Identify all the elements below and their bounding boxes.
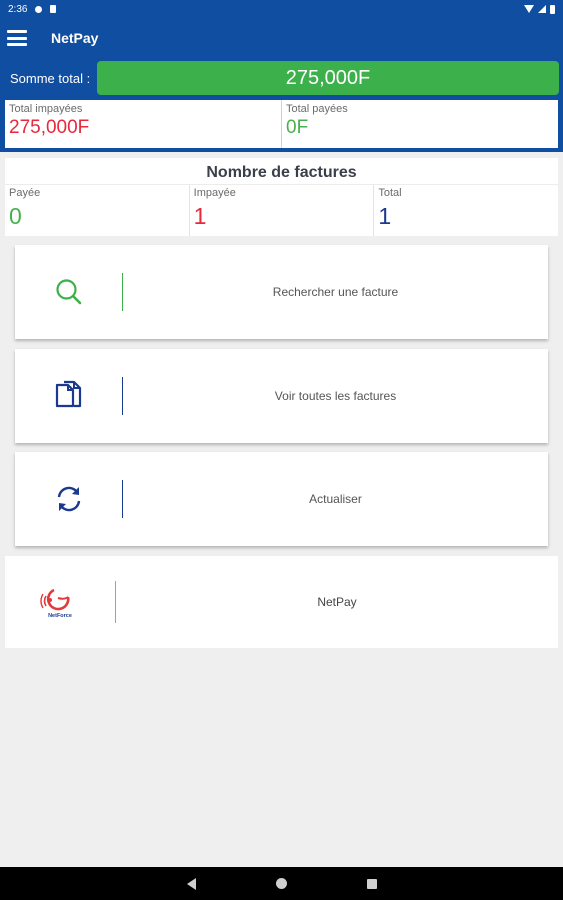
impayee-count: 1 [193, 203, 207, 229]
total-impayees-cell: Total impayées 275,000F [5, 100, 281, 148]
total-payees-value: 0F [286, 117, 309, 138]
totals-panel: Somme total : 275,000F Total impayées 27… [0, 58, 563, 152]
somme-total-label: Somme total : [10, 71, 91, 86]
view-all-invoices-label: Voir toutes les factures [274, 389, 397, 403]
search-invoice-button[interactable]: Rechercher une facture [15, 245, 548, 339]
total-impayees-value: 275,000F [9, 117, 90, 138]
app-title: NetPay [51, 30, 99, 46]
refresh-label: Actualiser [309, 492, 362, 506]
status-bar: 2:36 [0, 0, 563, 18]
search-icon [55, 279, 81, 305]
refresh-button[interactable]: Actualiser [15, 452, 548, 546]
netpay-brand-card[interactable]: NetForce NetPay [5, 556, 558, 648]
hamburger-menu-icon[interactable] [7, 30, 27, 46]
status-time: 2:36 [8, 3, 28, 15]
totals-breakdown: Total impayées 275,000F Total payées 0F [5, 100, 558, 148]
total-count-cell: Total 1 [373, 185, 558, 236]
total-payees-cell: Total payées 0F [281, 100, 558, 148]
factures-count-row: Payée 0 Impayée 1 Total 1 [5, 184, 558, 236]
netpay-brand-label: NetPay [317, 595, 357, 609]
view-all-invoices-button[interactable]: Voir toutes les factures [15, 349, 548, 443]
netforce-logo: NetForce [40, 588, 72, 619]
payee-count-cell: Payée 0 [5, 185, 189, 236]
payee-count: 0 [9, 203, 22, 229]
payee-label: Payée [9, 187, 41, 199]
factures-count-card: Nombre de factures Payée 0 Impayée 1 Tot… [5, 158, 558, 236]
refresh-icon [57, 486, 80, 512]
back-icon[interactable] [187, 878, 196, 890]
settings-status-icon [35, 5, 43, 13]
recent-apps-icon[interactable] [367, 879, 377, 889]
total-payees-label: Total payées [286, 103, 348, 115]
somme-total-value: 275,000F [97, 61, 559, 95]
android-nav-bar [0, 867, 563, 900]
documents-icon [55, 380, 81, 408]
netforce-logo-text: NetForce [48, 613, 72, 619]
home-icon[interactable] [276, 878, 287, 889]
total-impayees-label: Total impayées [9, 103, 83, 115]
factures-count-title: Nombre de factures [206, 164, 357, 181]
app-bar: NetPay [0, 18, 563, 58]
impayee-count-cell: Impayée 1 [188, 185, 374, 236]
search-invoice-label: Rechercher une facture [272, 285, 399, 299]
storage-status-icon [50, 5, 57, 13]
total-count: 1 [378, 203, 392, 229]
signal-icon [538, 5, 546, 13]
battery-icon [550, 4, 555, 14]
wifi-icon [524, 5, 534, 13]
impayee-label: Impayée [193, 187, 236, 199]
total-label: Total [378, 187, 402, 199]
